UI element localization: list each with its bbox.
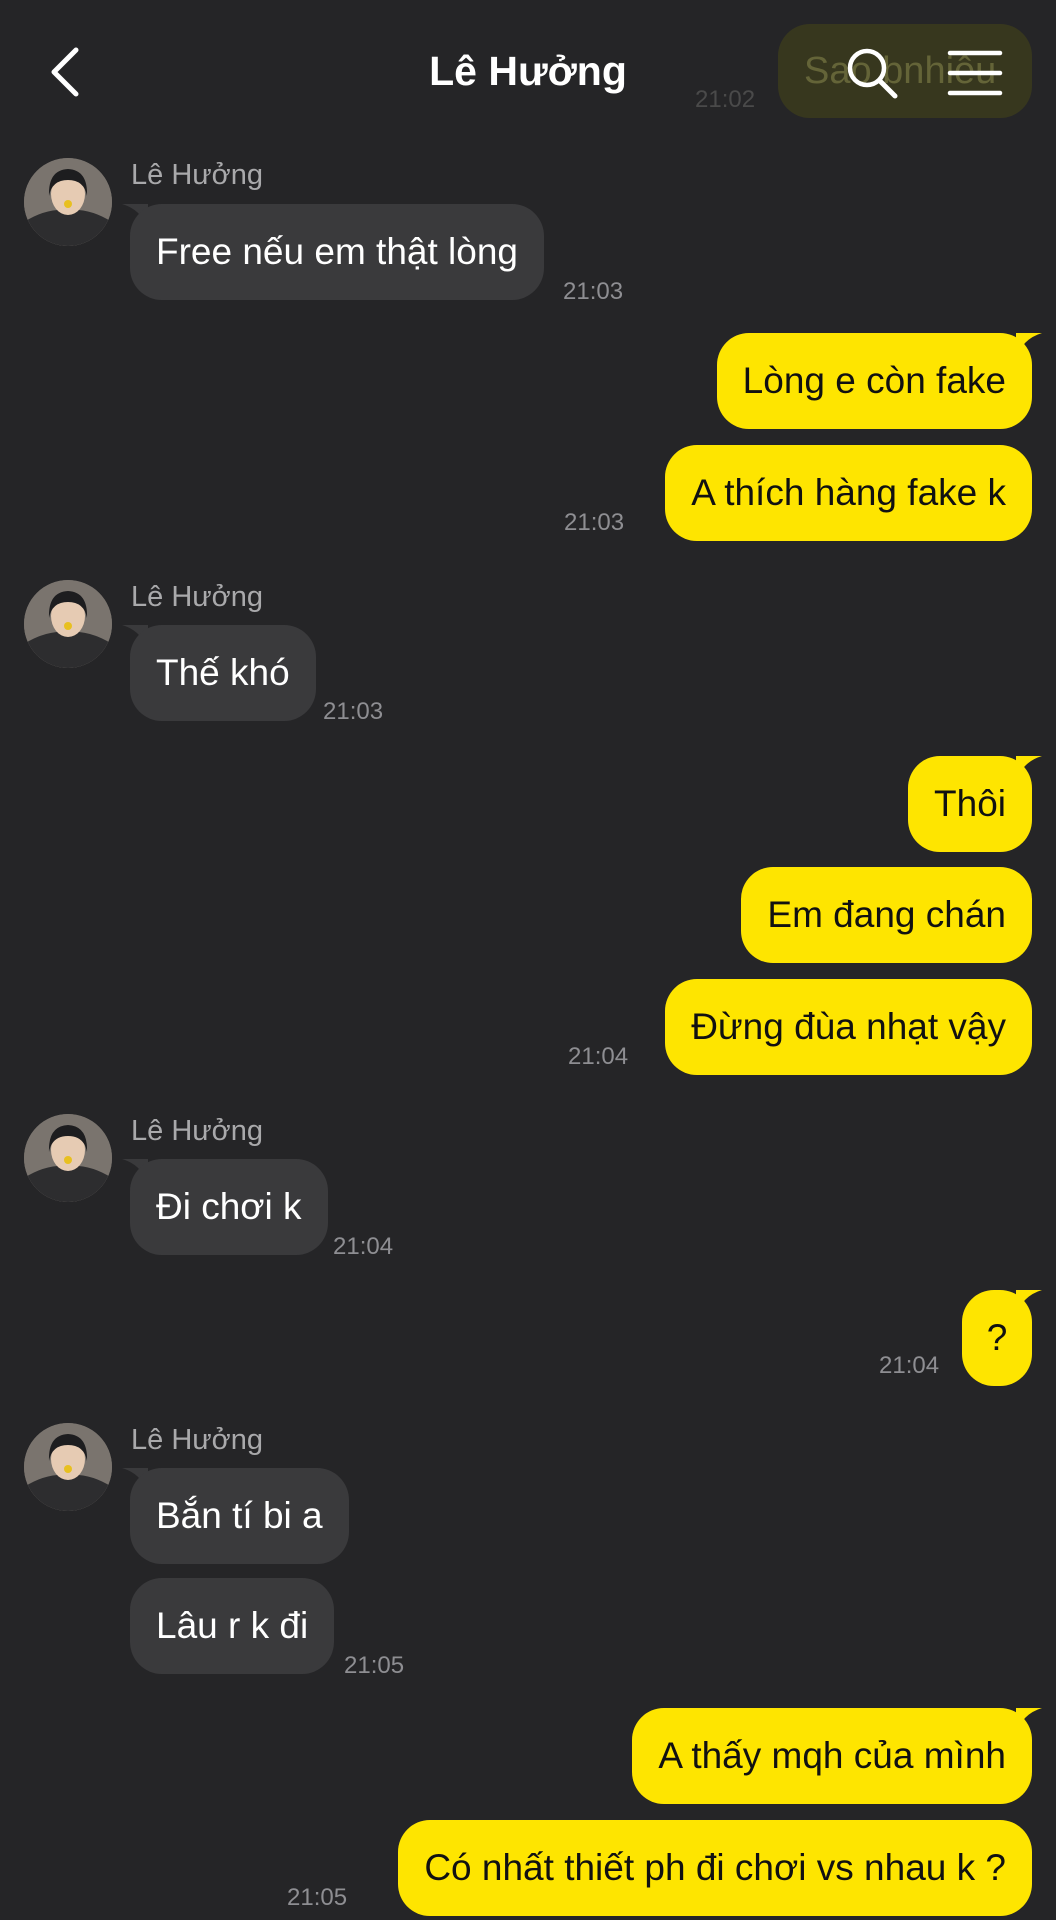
message-timestamp: 21:03: [563, 278, 624, 305]
avatar[interactable]: [24, 1423, 112, 1511]
avatar[interactable]: [24, 158, 112, 246]
contact-photo-icon: [24, 580, 112, 668]
outgoing-message-bubble[interactable]: Em đang chán: [741, 867, 1032, 963]
message-timestamp: 21:03: [323, 698, 384, 725]
contact-photo-icon: [24, 158, 112, 246]
message-timestamp: 21:04: [568, 1043, 629, 1070]
message-timestamp: 21:04: [333, 1233, 394, 1260]
contact-photo-icon: [24, 1114, 112, 1202]
sender-name: Lê Hưởng: [131, 581, 263, 613]
avatar[interactable]: [24, 580, 112, 668]
outgoing-message-bubble[interactable]: Lòng e còn fake: [716, 333, 1032, 429]
incoming-message-bubble[interactable]: Free nếu em thật lòng: [130, 204, 544, 300]
incoming-message-bubble[interactable]: Bắn tí bi a: [130, 1468, 349, 1564]
sender-name: Lê Hưởng: [131, 1424, 263, 1456]
outgoing-message-bubble[interactable]: A thấy mqh của mình: [632, 1708, 1032, 1804]
incoming-message-bubble[interactable]: Lâu r k đi: [130, 1578, 335, 1674]
outgoing-message-bubble[interactable]: Đừng đùa nhạt vậy: [665, 979, 1032, 1075]
message-timestamp: 21:04: [879, 1352, 940, 1379]
menu-icon: [947, 50, 1003, 96]
outgoing-message-bubble[interactable]: A thích hàng fake k: [665, 445, 1032, 541]
sender-name: Lê Hưởng: [131, 1115, 263, 1147]
message-timestamp: 21:05: [287, 1884, 348, 1911]
outgoing-message-bubble[interactable]: Thôi: [908, 756, 1032, 852]
outgoing-message-bubble[interactable]: ?: [962, 1290, 1032, 1386]
message-timestamp: 21:03: [564, 509, 625, 536]
sender-name: Lê Hưởng: [131, 159, 263, 191]
chat-header: 21:02 Sao bnhiêu Lê Hưởng: [0, 0, 1056, 140]
outgoing-message-bubble[interactable]: Có nhất thiết ph đi chơi vs nhau k ?: [398, 1820, 1032, 1916]
message-timestamp: 21:05: [344, 1652, 405, 1679]
search-button[interactable]: [843, 44, 903, 104]
incoming-message-bubble[interactable]: Thế khó: [130, 625, 316, 721]
avatar[interactable]: [24, 1114, 112, 1202]
menu-button[interactable]: [946, 48, 1004, 98]
incoming-message-bubble[interactable]: Đi chơi k: [130, 1159, 328, 1255]
search-icon: [847, 48, 898, 99]
contact-photo-icon: [24, 1423, 112, 1511]
